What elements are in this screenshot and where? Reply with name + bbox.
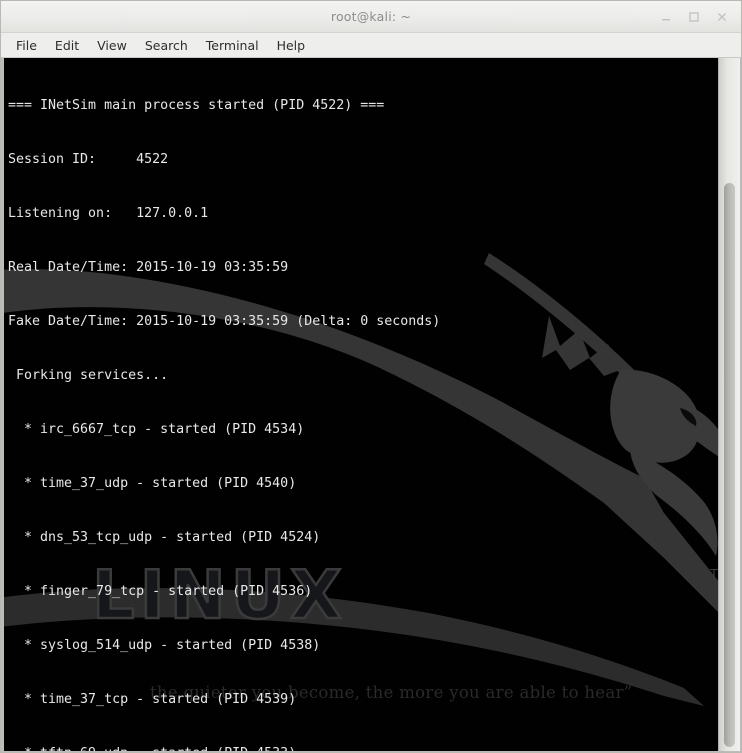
terminal-line: * time_37_tcp - started (PID 4539) <box>8 692 297 707</box>
terminal-scrollbar[interactable] <box>718 58 740 751</box>
scrollbar-thumb[interactable] <box>724 183 735 747</box>
terminal-line: * irc_6667_tcp - started (PID 4534) <box>8 422 305 437</box>
window-title: root@kali: ~ <box>330 9 412 24</box>
terminal-line: * time_37_udp - started (PID 4540) <box>8 476 297 491</box>
terminal-output[interactable]: LINUX TM the quieter you become, the mor… <box>4 58 718 751</box>
menu-item-help[interactable]: Help <box>268 35 315 56</box>
terminal-line: * syslog_514_udp - started (PID 4538) <box>8 638 321 653</box>
terminal-window: root@kali: ~ File Edit View Search Termi… <box>0 0 742 753</box>
terminal-line: Forking services... <box>8 368 169 383</box>
terminal-line: === INetSim main process started (PID 45… <box>8 98 385 113</box>
window-controls <box>653 1 735 33</box>
terminal-line: Session ID: 4522 <box>8 152 169 167</box>
minimize-icon[interactable] <box>653 4 679 30</box>
terminal-line: * dns_53_tcp_udp - started (PID 4524) <box>8 530 321 545</box>
terminal-area: LINUX TM the quieter you become, the mor… <box>1 58 741 752</box>
terminal-line: * tftp_69_udp - started (PID 4533) <box>8 745 718 751</box>
menu-bar: File Edit View Search Terminal Help <box>1 33 741 58</box>
close-icon[interactable] <box>709 4 735 30</box>
terminal-line: Real Date/Time: 2015-10-19 03:35:59 <box>8 260 289 275</box>
menu-item-edit[interactable]: Edit <box>46 35 88 56</box>
menu-item-terminal[interactable]: Terminal <box>197 35 268 56</box>
title-bar[interactable]: root@kali: ~ <box>1 1 741 33</box>
menu-item-search[interactable]: Search <box>136 35 197 56</box>
terminal-line: Listening on: 127.0.0.1 <box>8 206 209 221</box>
terminal-text: === INetSim main process started (PID 45… <box>4 58 718 751</box>
menu-item-file[interactable]: File <box>7 35 46 56</box>
terminal-line: * finger_79_tcp - started (PID 4536) <box>8 584 313 599</box>
terminal-line: Fake Date/Time: 2015-10-19 03:35:59 (Del… <box>8 314 441 329</box>
maximize-icon[interactable] <box>681 4 707 30</box>
menu-item-view[interactable]: View <box>88 35 136 56</box>
